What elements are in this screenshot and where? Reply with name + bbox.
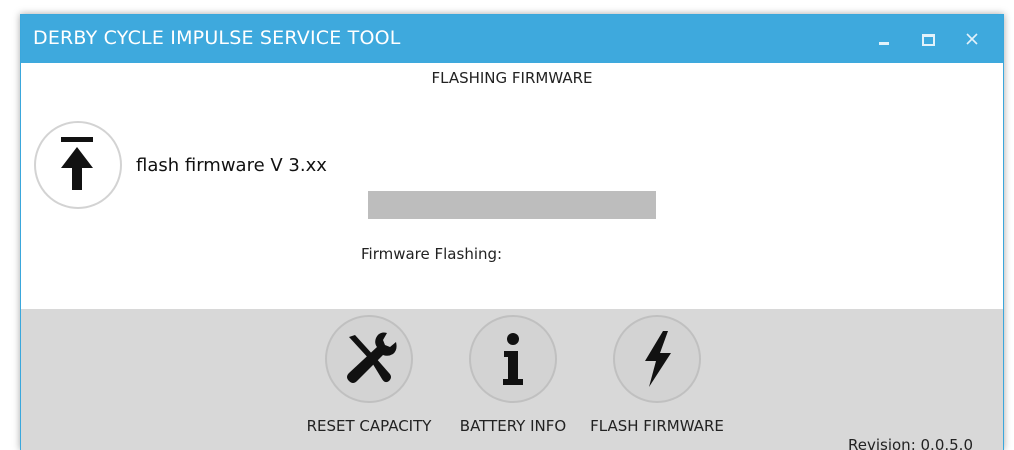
flash-status-label: Firmware Flashing: — [361, 245, 503, 263]
firmware-version-label: flash firmware V 3.xx — [136, 155, 327, 176]
navigation-panel: RESET CAPACITY BATTERY INFO FLASH FIRMWA… — [21, 309, 1003, 450]
lightning-icon — [645, 331, 671, 387]
battery-info-button[interactable]: BATTERY INFO — [451, 315, 575, 445]
close-icon — [966, 33, 978, 45]
reset-capacity-icon-circle — [325, 315, 413, 403]
flash-firmware-button[interactable]: FLASH FIRMWARE — [590, 315, 724, 445]
upload-icon — [61, 137, 93, 190]
app-window: DERBY CYCLE IMPULSE SERVICE TOOL FLASHIN… — [20, 14, 1004, 450]
reset-capacity-label: RESET CAPACITY — [306, 417, 432, 435]
flash-firmware-icon-circle — [613, 315, 701, 403]
flash-progress-bar — [368, 191, 656, 219]
wrench-screwdriver-icon — [347, 332, 397, 383]
revision-label: Revision: 0.0.5.0 — [848, 436, 973, 450]
upload-icon-circle — [34, 121, 122, 209]
battery-info-label: BATTERY INFO — [459, 417, 567, 435]
window-title: DERBY CYCLE IMPULSE SERVICE TOOL — [33, 27, 401, 49]
info-icon — [503, 333, 523, 385]
battery-info-icon-circle — [469, 315, 557, 403]
close-button[interactable] — [961, 29, 983, 49]
title-bar[interactable]: DERBY CYCLE IMPULSE SERVICE TOOL — [21, 15, 1003, 63]
page-heading: FLASHING FIRMWARE — [431, 69, 593, 87]
flash-firmware-label: FLASH FIRMWARE — [590, 417, 724, 435]
reset-capacity-button[interactable]: RESET CAPACITY — [307, 315, 431, 445]
maximize-button[interactable] — [917, 29, 939, 49]
progress-fill — [368, 191, 656, 219]
minimize-button[interactable] — [873, 29, 895, 49]
